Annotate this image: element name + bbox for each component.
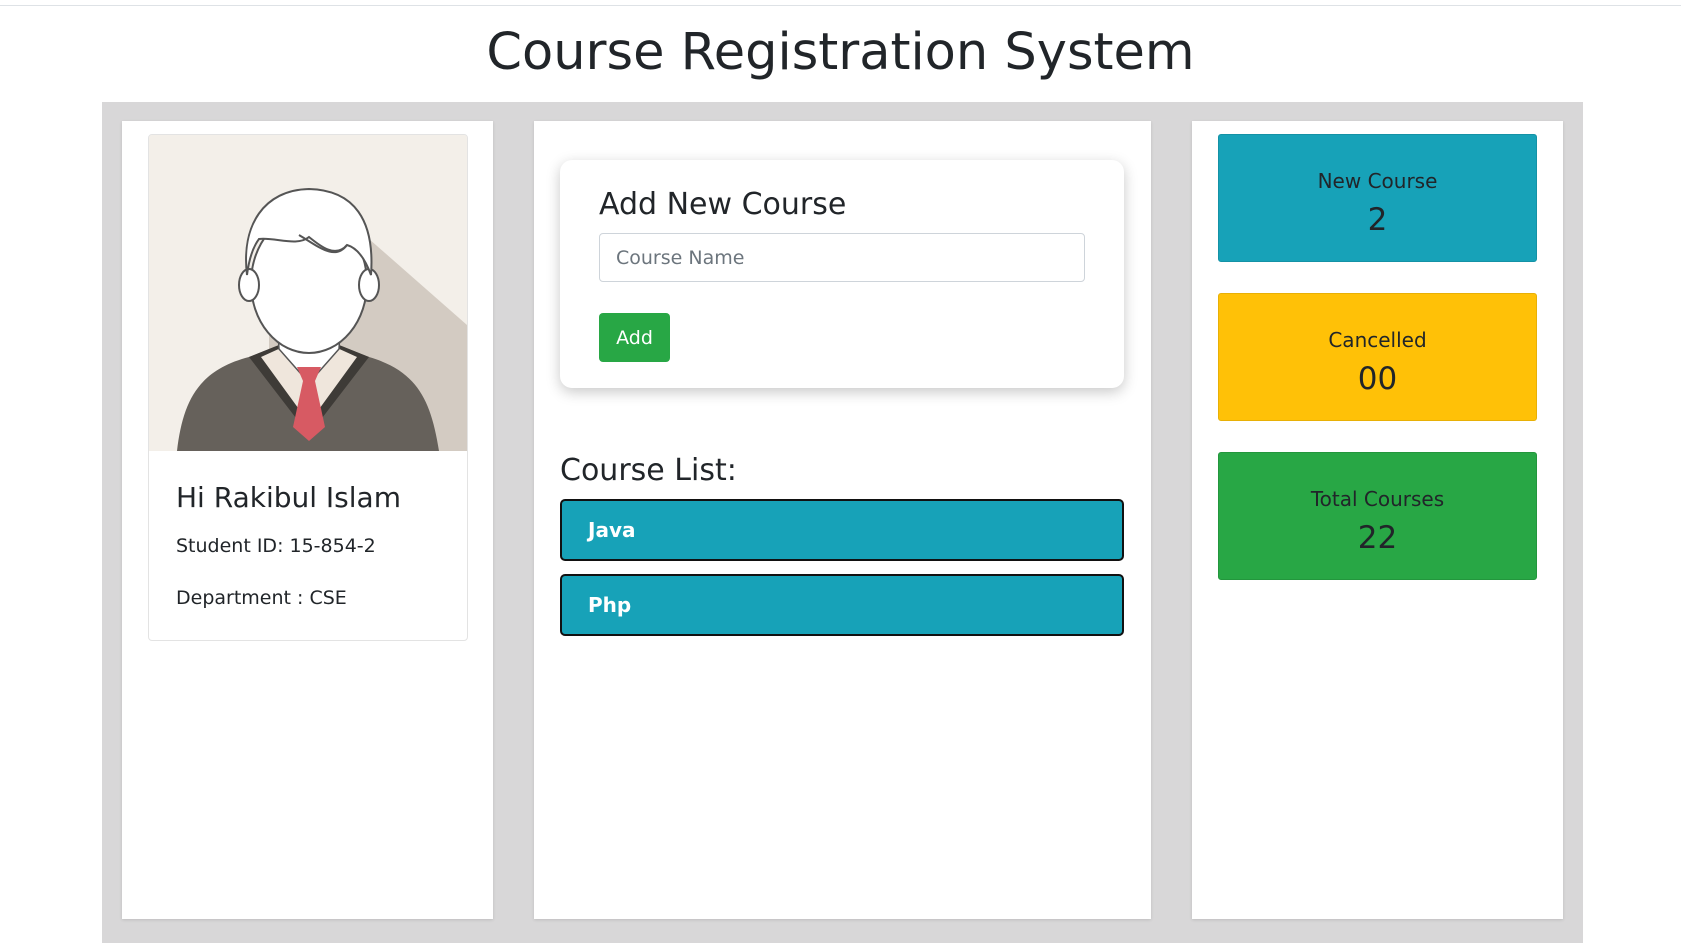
student-department: Department : CSE [176, 587, 347, 609]
course-list-item-java[interactable]: Java [560, 499, 1124, 561]
courses-column: Add New Course Add Course List: Java Php [534, 121, 1151, 919]
course-list-heading: Course List: [560, 453, 737, 488]
student-avatar-icon [149, 135, 467, 451]
top-divider [0, 5, 1681, 6]
add-course-button[interactable]: Add [599, 313, 670, 362]
student-id: Student ID: 15-854-2 [176, 535, 376, 557]
dashboard-board: Hi Rakibul Islam Student ID: 15-854-2 De… [102, 102, 1583, 943]
profile-column: Hi Rakibul Islam Student ID: 15-854-2 De… [122, 121, 493, 919]
stats-column: New Course 2 Cancelled 00 Total Courses … [1192, 121, 1563, 919]
total-courses-stat-value: 22 [1357, 520, 1398, 556]
course-list: Java Php [560, 499, 1124, 649]
course-list-item-php[interactable]: Php [560, 574, 1124, 636]
new-course-stat-label: New Course [1317, 169, 1438, 193]
student-greeting: Hi Rakibul Islam [176, 481, 401, 514]
total-courses-stat-card: Total Courses 22 [1218, 452, 1537, 580]
add-course-card: Add New Course Add [560, 160, 1124, 388]
page-title: Course Registration System [486, 23, 1195, 82]
cancelled-stat-value: 00 [1357, 361, 1398, 397]
total-courses-stat-label: Total Courses [1310, 487, 1445, 511]
course-name-input[interactable] [599, 233, 1085, 282]
new-course-stat-card: New Course 2 [1218, 134, 1537, 262]
add-course-title: Add New Course [599, 187, 847, 222]
new-course-stat-value: 2 [1367, 202, 1388, 238]
cancelled-stat-label: Cancelled [1328, 328, 1427, 352]
cancelled-stat-card: Cancelled 00 [1218, 293, 1537, 421]
profile-card: Hi Rakibul Islam Student ID: 15-854-2 De… [148, 134, 468, 641]
